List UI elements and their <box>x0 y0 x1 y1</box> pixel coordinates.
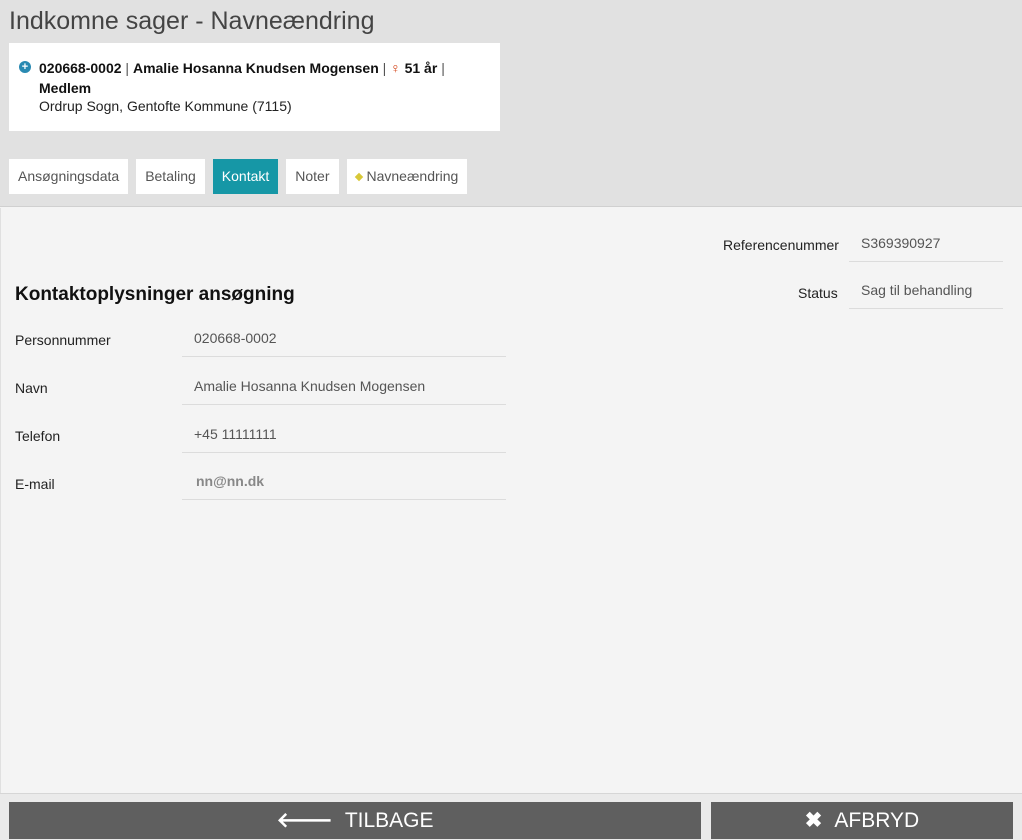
separator: | <box>382 60 387 76</box>
person-summary: 020668-0002 | Amalie Hosanna Knudsen Mog… <box>39 58 489 98</box>
footer-bar: 🡐 TILBAGE ✖ AFBRYD <box>0 793 1022 840</box>
tab-bar: Ansøgningsdata Betaling Kontakt Noter Na… <box>9 159 468 194</box>
phone-label: Telefon <box>15 428 61 444</box>
arrow-left-icon: 🡐 <box>276 809 333 832</box>
tab-navneaendring[interactable]: Navneændring <box>346 159 468 194</box>
person-membership: Medlem <box>39 80 92 96</box>
person-cpr: 020668-0002 <box>39 60 122 76</box>
header: Indkomne sager - Navneændring + 020668-0… <box>0 0 1022 207</box>
name-label: Navn <box>15 380 48 396</box>
page-title: Indkomne sager - Navneændring <box>9 7 375 35</box>
reference-field: S369390927 <box>849 225 1003 262</box>
person-parish: Ordrup Sogn, Gentofte Kommune (7115) <box>39 98 292 114</box>
back-button[interactable]: 🡐 TILBAGE <box>9 802 701 839</box>
tab-noter[interactable]: Noter <box>286 159 339 194</box>
main-content: Referencenummer S369390927 Status Sag ti… <box>0 208 1022 793</box>
email-field[interactable]: nn@nn.dk <box>182 463 506 500</box>
back-button-label: TILBAGE <box>344 809 434 832</box>
close-icon: ✖ <box>804 809 823 832</box>
name-field[interactable]: Amalie Hosanna Knudsen Mogensen <box>182 368 506 405</box>
email-label: E-mail <box>15 476 55 492</box>
separator: | <box>125 60 130 76</box>
section-title: Kontaktoplysninger ansøgning <box>15 284 295 305</box>
tab-ansoegningsdata[interactable]: Ansøgningsdata <box>9 159 129 194</box>
separator: | <box>441 60 445 76</box>
reference-label: Referencenummer <box>723 237 839 253</box>
cpr-label: Personnummer <box>15 332 111 348</box>
cancel-button-label: AFBRYD <box>834 809 920 832</box>
female-icon: ♀ <box>390 60 401 76</box>
person-name: Amalie Hosanna Knudsen Mogensen <box>132 60 379 76</box>
person-card: + 020668-0002 | Amalie Hosanna Knudsen M… <box>9 43 500 131</box>
plus-circle-icon[interactable]: + <box>19 61 31 73</box>
tab-kontakt[interactable]: Kontakt <box>212 159 279 194</box>
status-label: Status <box>798 285 838 301</box>
person-age: 51 år <box>404 60 438 76</box>
phone-field[interactable]: +45 11111111 <box>182 416 506 453</box>
cpr-field[interactable]: 020668-0002 <box>182 320 506 357</box>
cancel-button[interactable]: ✖ AFBRYD <box>711 802 1013 839</box>
status-field: Sag til behandling <box>849 272 1003 309</box>
diamond-icon <box>354 172 363 182</box>
tab-betaling[interactable]: Betaling <box>136 159 205 194</box>
tab-navneaendring-label: Navneændring <box>366 168 459 184</box>
